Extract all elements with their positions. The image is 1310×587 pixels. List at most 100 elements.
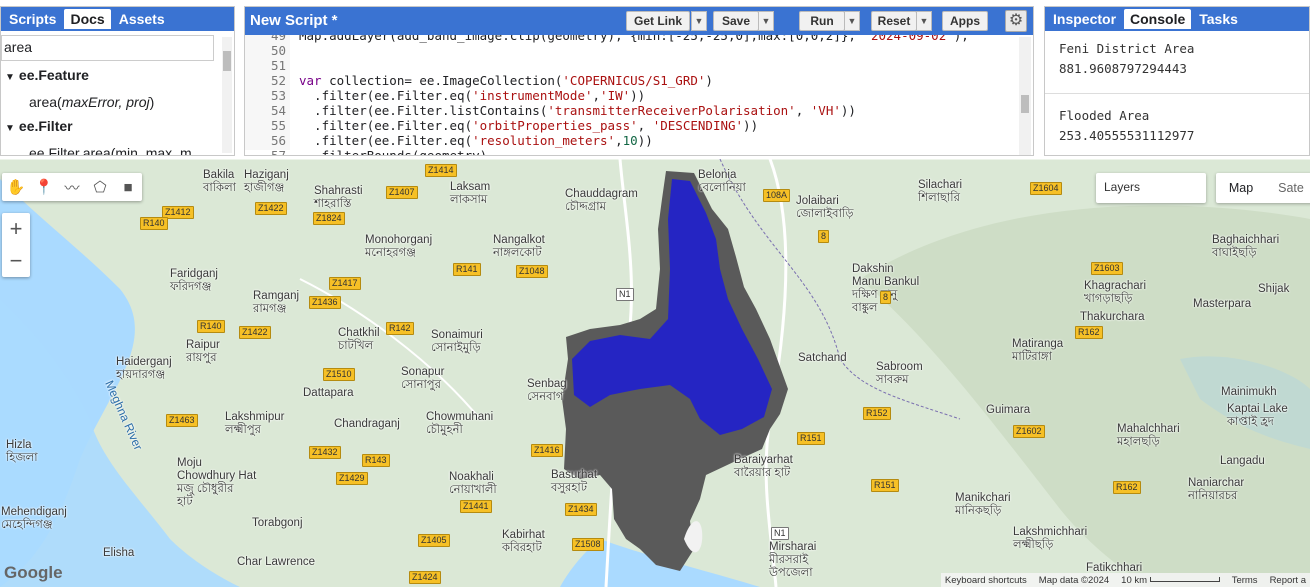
tree-item-filter-area[interactable]: ee.Filter.area(min, max, m...	[1, 141, 234, 155]
map-type-satellite[interactable]: Sate	[1266, 173, 1310, 203]
road-shield: Z1422	[239, 326, 271, 339]
tab-assets[interactable]: Assets	[113, 9, 171, 29]
left-panel-tabs: Scripts Docs Assets	[1, 7, 234, 31]
report-link[interactable]: Report a	[1270, 575, 1306, 586]
road-shield: Z1824	[313, 212, 345, 225]
get-link-dropdown-icon[interactable]: ▼	[691, 11, 707, 31]
place-label: Sonaimuri সোনাইমুড়ি	[431, 329, 483, 354]
run-button[interactable]: Run	[799, 11, 845, 31]
add-marker-icon[interactable]: 📍	[30, 173, 58, 201]
apps-button[interactable]: Apps	[942, 11, 988, 31]
road-shield: Z1510	[323, 368, 355, 381]
editor-scrollbar[interactable]	[1019, 37, 1031, 155]
docs-search-input[interactable]: area	[1, 35, 214, 61]
line-number: 57	[270, 148, 286, 156]
keyboard-shortcuts-link[interactable]: Keyboard shortcuts	[945, 575, 1027, 586]
map-type-map[interactable]: Map	[1216, 173, 1266, 203]
fn-name: area(	[29, 94, 62, 110]
place-label: Chatkhil চাটখিল	[338, 327, 380, 352]
place-label: Chauddagram চৌদ্দগ্রাম	[565, 188, 638, 213]
road-shield: R152	[863, 407, 891, 420]
reset-button[interactable]: Reset	[871, 11, 917, 31]
code-line[interactable]: .filter(ee.Filter.eq('orbitProperties_pa…	[299, 118, 1015, 133]
place-label: Monohorganj মনোহরগঞ্জ	[365, 234, 433, 259]
road-shield: Z1603	[1091, 262, 1123, 275]
code-line[interactable]: Map.addLayer(add_band_image.clip(geometr…	[299, 35, 1015, 43]
place-label: Basurhat বসুরহাট	[551, 469, 598, 494]
console-label: Flooded Area	[1059, 108, 1150, 123]
road-shield: R140	[197, 320, 225, 333]
zoom-in-button[interactable]: +	[2, 213, 30, 245]
tab-inspector[interactable]: Inspector	[1047, 9, 1122, 29]
place-label: Senbag সেনবাগ	[527, 378, 567, 403]
zoom-control: + −	[2, 213, 30, 277]
place-label: Noakhali নোয়াখালী	[449, 471, 497, 496]
road-shield: R151	[797, 432, 825, 445]
docs-scrollbar[interactable]	[222, 37, 232, 153]
road-shield: Z1405	[418, 534, 450, 547]
place-label: Dattapara	[303, 387, 354, 399]
road-shield: R151	[871, 479, 899, 492]
reset-dropdown-icon[interactable]: ▼	[916, 11, 932, 31]
code-line[interactable]	[299, 43, 1015, 58]
code-line[interactable]: .filter(ee.Filter.eq('instrumentMode','I…	[299, 88, 1015, 103]
line-number: 50	[270, 43, 286, 58]
road-shield: Z1432	[309, 446, 341, 459]
place-label: Shijak	[1258, 283, 1290, 295]
pan-hand-icon[interactable]: ✋	[2, 173, 30, 201]
road-shield: Z1434	[565, 503, 597, 516]
road-shield: R142	[386, 322, 414, 335]
road-shield: Z1604	[1030, 182, 1062, 195]
drawing-tools: ✋ 📍 〰 ⬠ ■	[2, 173, 142, 201]
tab-scripts[interactable]: Scripts	[3, 9, 62, 29]
code-lines[interactable]: Map.addLayer(add_band_image.clip(geometr…	[299, 35, 1015, 155]
road-shield: Z1436	[309, 296, 341, 309]
code-line[interactable]	[299, 58, 1015, 73]
code-line[interactable]: .filter(ee.Filter.eq('resolution_meters'…	[299, 133, 1015, 148]
code-line[interactable]: .filter(ee.Filter.listContains('transmit…	[299, 103, 1015, 118]
console-entry: Flooded Area 253.40555531112977	[1059, 106, 1295, 146]
line-number: 52	[270, 73, 286, 88]
place-label: Masterpara	[1193, 298, 1252, 310]
road-shield: Z1424	[409, 571, 441, 584]
draw-polygon-icon[interactable]: ⬠	[86, 173, 114, 201]
code-editor[interactable]: 49 50 51 52 53 54 55 56 57 Map.addLayer(add_band…	[245, 35, 1033, 156]
draw-line-icon[interactable]: 〰	[58, 173, 86, 201]
road-shield: Z1416	[531, 444, 563, 457]
tree-group-ee-feature[interactable]: ▼ ee.Feature	[1, 63, 234, 90]
road-shield: N1	[616, 288, 634, 301]
place-label: Faridganj ফরিদগঞ্জ	[170, 268, 218, 293]
code-line[interactable]: var collection= ee.ImageCollection('COPE…	[299, 73, 1015, 88]
layers-button[interactable]: Layers	[1096, 173, 1206, 203]
place-label: Lakshmipur লক্ষ্মীপুর	[225, 411, 285, 436]
terms-link[interactable]: Terms	[1232, 575, 1258, 586]
place-label: Manikchari মানিকছড়ি	[955, 492, 1011, 517]
tree-item-area[interactable]: area(maxError, proj)	[1, 90, 234, 114]
right-panel-tabs: Inspector Console Tasks	[1045, 7, 1309, 31]
zoom-out-button[interactable]: −	[2, 245, 30, 277]
tab-docs[interactable]: Docs	[64, 9, 111, 29]
place-label: Raipur রায়পুর	[186, 339, 220, 364]
draw-rectangle-icon[interactable]: ■	[114, 173, 142, 201]
code-line[interactable]: .filterBounds(geometry)	[299, 148, 1015, 155]
scroll-thumb[interactable]	[1021, 95, 1029, 113]
road-shield: 8	[880, 291, 892, 304]
settings-gear-icon[interactable]: ⚙	[1005, 10, 1027, 32]
place-label: Moju Chowdhury Hat মজু চৌধুরীর হাট	[177, 457, 257, 508]
get-link-button[interactable]: Get Link	[626, 11, 690, 31]
road-shield: 8	[818, 230, 830, 243]
tab-tasks[interactable]: Tasks	[1193, 9, 1244, 29]
tab-console[interactable]: Console	[1124, 9, 1192, 29]
save-button[interactable]: Save	[713, 11, 759, 31]
place-label: Haiderganj হায়দারগঞ্জ	[116, 356, 172, 381]
run-dropdown-icon[interactable]: ▼	[844, 11, 860, 31]
map-type-control: Map Sate	[1216, 173, 1310, 203]
google-logo: Google	[4, 563, 63, 582]
line-number: 55	[270, 118, 286, 133]
place-label: Dakshin Manu Bankul দক্ষিণ মানু বাঙ্কুল	[852, 263, 920, 314]
tree-group-ee-filter[interactable]: ▼ ee.Filter	[1, 114, 234, 141]
save-dropdown-icon[interactable]: ▼	[758, 11, 774, 31]
scroll-thumb[interactable]	[223, 51, 231, 71]
place-label: Hizla হিজলা	[6, 439, 38, 464]
map-canvas[interactable]: Bakila বাকিলা Haziganj হাজীগঞ্জ Shahrasti শাহ…	[0, 159, 1310, 587]
